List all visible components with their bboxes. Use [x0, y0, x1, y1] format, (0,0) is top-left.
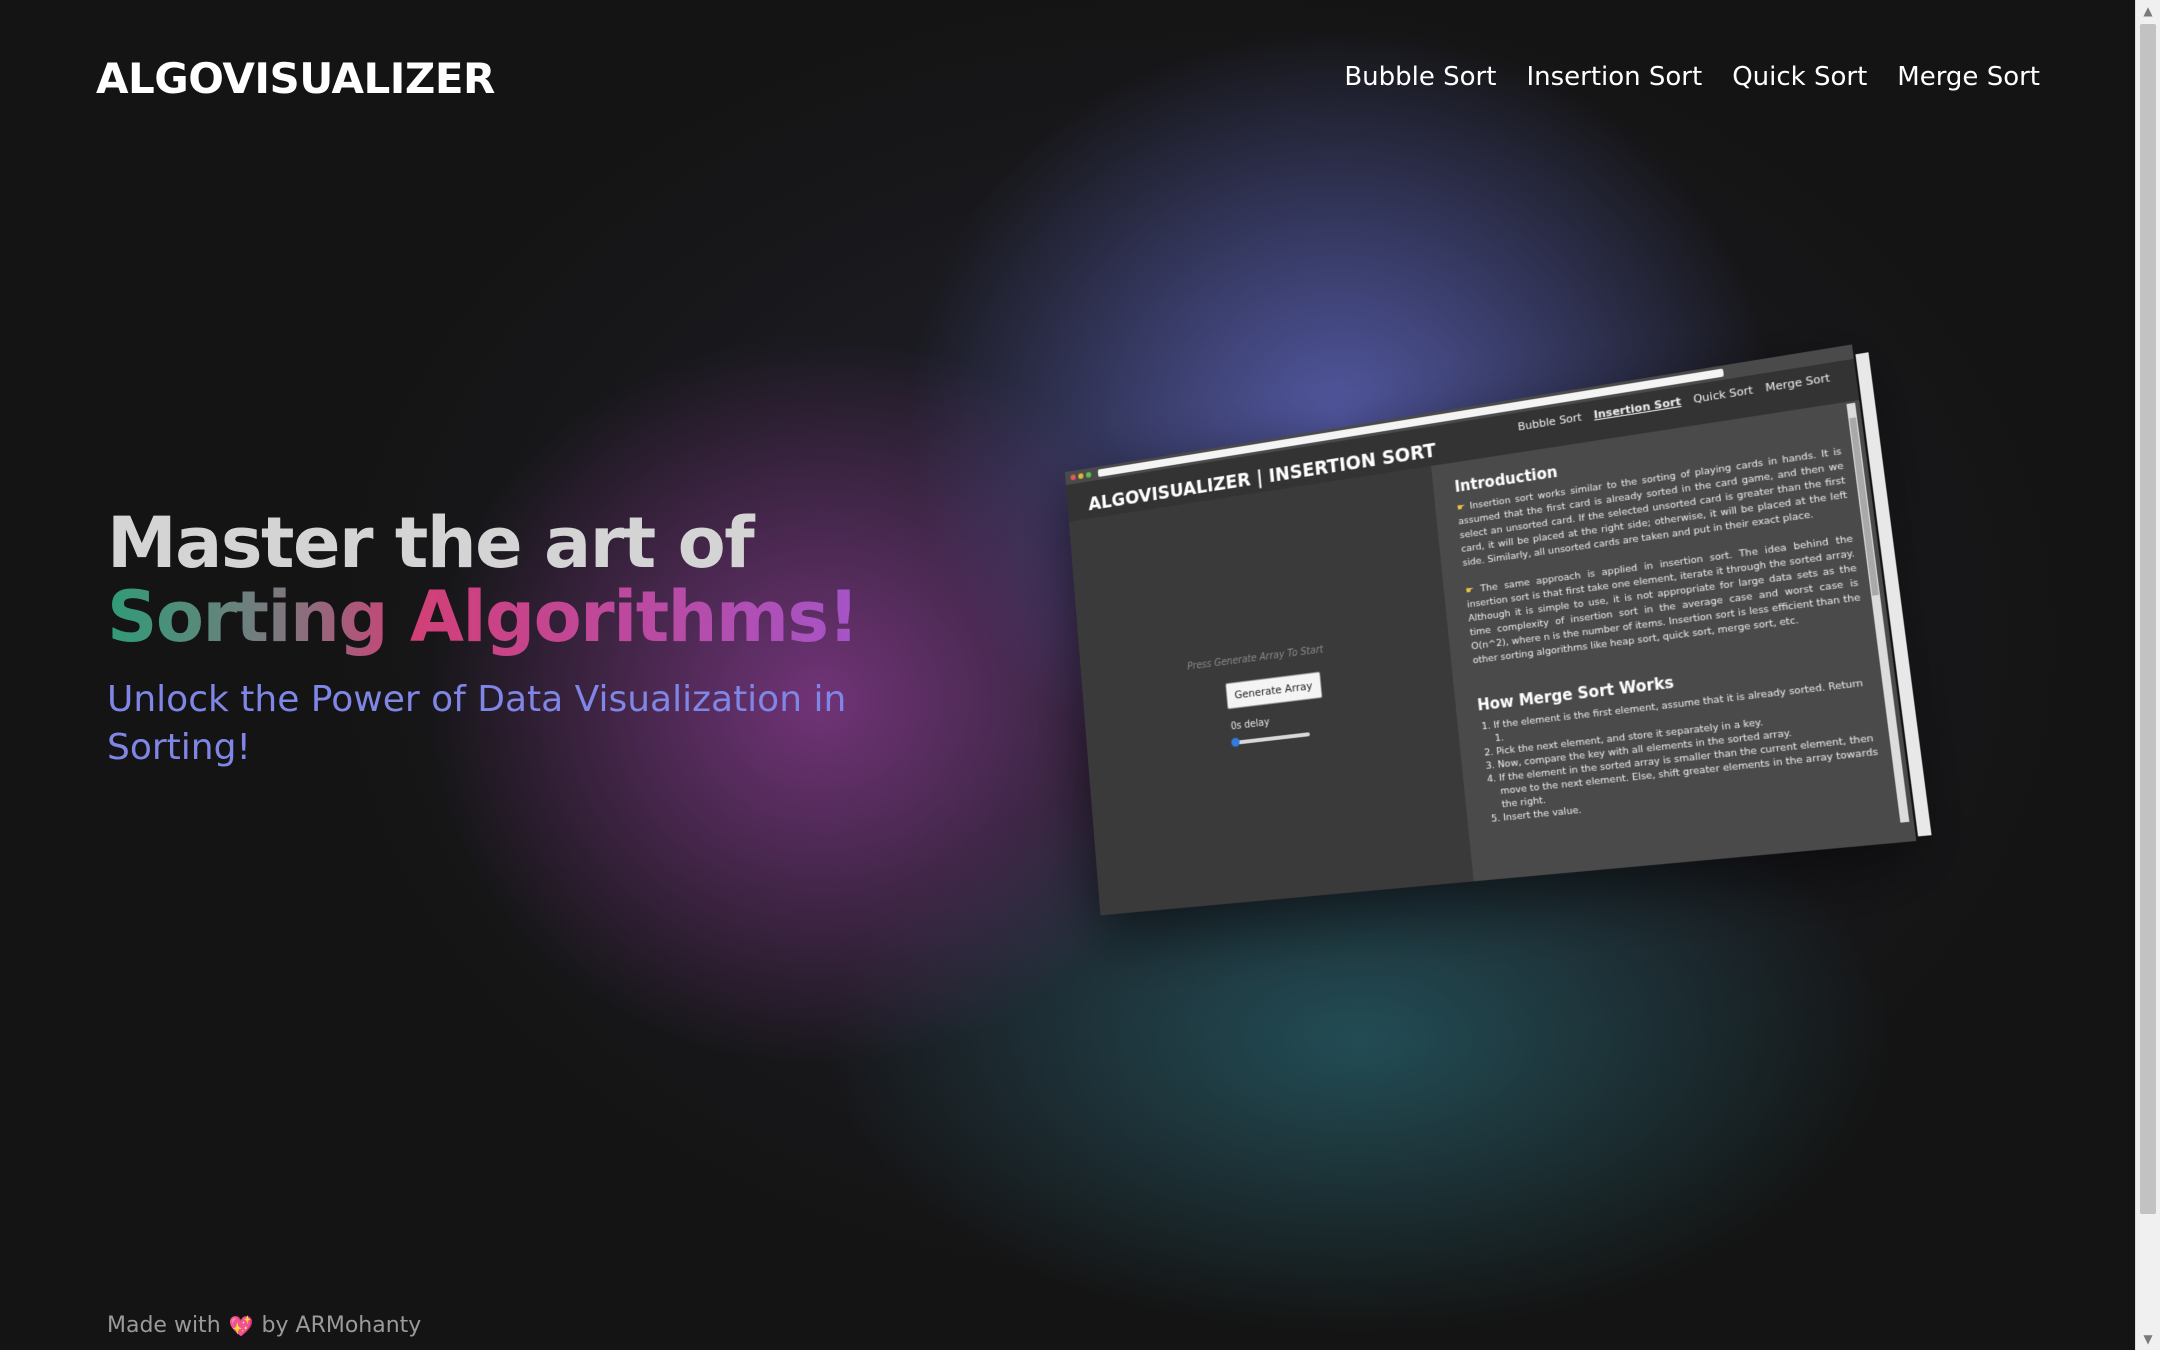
- scroll-thumb[interactable]: [2140, 24, 2156, 1214]
- minimize-dot-icon: [1078, 472, 1084, 480]
- hero-subtitle: Unlock the Power of Data Visualization i…: [107, 679, 847, 768]
- nav-insertion-sort[interactable]: Insertion Sort: [1526, 62, 1702, 92]
- pointing-hand-icon: ☛: [1456, 501, 1466, 514]
- hero-line-2: Sorting Algorithms!: [107, 580, 867, 654]
- hero-section: Master the art of Sorting Algorithms! Un…: [107, 506, 867, 772]
- landing-page: ALGOVISUALIZER Bubble Sort Insertion Sor…: [0, 0, 2136, 1350]
- footer-prefix: Made with: [107, 1313, 221, 1338]
- hero-heading: Master the art of Sorting Algorithms!: [107, 506, 867, 654]
- preview-delay-label: 0s delay: [1230, 717, 1270, 733]
- preview-nav-merge-sort: Merge Sort: [1764, 371, 1831, 395]
- heart-icon: 💖: [228, 1313, 254, 1338]
- nav-bubble-sort[interactable]: Bubble Sort: [1344, 62, 1496, 92]
- preview-slider-knob: [1231, 737, 1241, 748]
- nav-quick-sort[interactable]: Quick Sort: [1732, 62, 1867, 92]
- preview-generate-button: Generate Array: [1225, 671, 1323, 710]
- app-preview-window: ALGOVISUALIZER | INSERTION SORT Bubble S…: [1064, 344, 1932, 916]
- app-preview: ALGOVISUALIZER | INSERTION SORT Bubble S…: [1016, 344, 1932, 932]
- preview-visualizer-panel: Press Generate Array To Start Generate A…: [1068, 466, 1474, 916]
- preview-delay-slider: [1231, 732, 1311, 748]
- footer-author[interactable]: by ARMohanty: [262, 1313, 422, 1338]
- page-scrollbar[interactable]: ▲ ▼: [2135, 0, 2160, 1350]
- pointing-hand-icon: ☛: [1465, 584, 1475, 597]
- preview-hint: Press Generate Array To Start: [1186, 644, 1324, 673]
- preview-info-panel: Introduction ☛ Insertion sort works simi…: [1431, 399, 1917, 882]
- site-logo[interactable]: ALGOVISUALIZER: [96, 54, 495, 103]
- scroll-up-arrow-icon[interactable]: ▲: [2136, 0, 2160, 22]
- preview-nav-bubble-sort: Bubble Sort: [1517, 410, 1583, 434]
- preview-nav-quick-sort: Quick Sort: [1692, 383, 1754, 406]
- main-nav: Bubble Sort Insertion Sort Quick Sort Me…: [1344, 62, 2040, 92]
- preview-nav-insertion-sort: Insertion Sort: [1593, 394, 1682, 422]
- footer: Made with 💖 by ARMohanty: [107, 1313, 421, 1338]
- hero-line-1: Master the art of: [107, 502, 755, 584]
- close-dot-icon: [1070, 474, 1076, 481]
- hero-word-algorithms: Algorithms!: [409, 576, 860, 658]
- nav-merge-sort[interactable]: Merge Sort: [1897, 62, 2040, 92]
- scroll-down-arrow-icon[interactable]: ▼: [2136, 1328, 2160, 1350]
- hero-word-sorting: Sorting: [107, 576, 388, 658]
- maximize-dot-icon: [1085, 471, 1092, 479]
